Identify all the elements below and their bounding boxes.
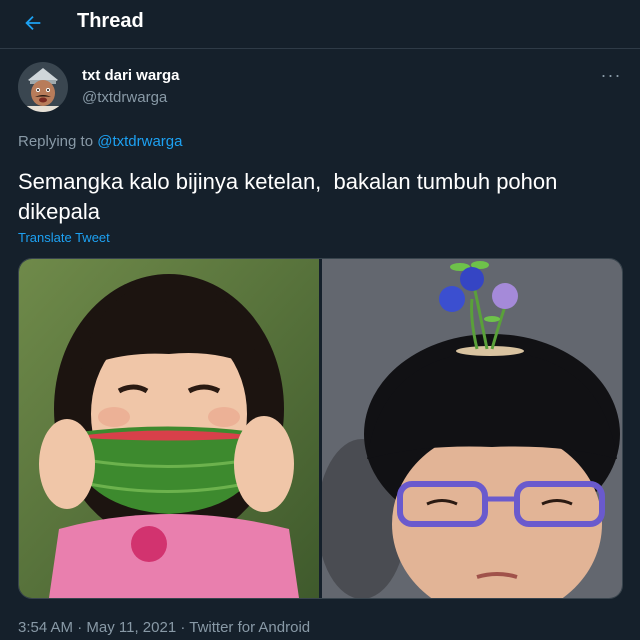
page-title: Thread [77,10,144,32]
more-horizontal-icon: ··· [600,64,622,85]
separator: · [73,619,87,636]
thread-page: Thread txt dari warga @txtdrwarga ··· Re… [0,0,640,640]
replying-to: Replying to @txtdrwarga [18,133,182,150]
tweet-media [18,258,623,599]
translate-tweet-link[interactable]: Translate Tweet [18,230,110,245]
more-options-button[interactable]: ··· [598,64,624,86]
reply-mention-link[interactable]: @txtdrwarga [97,133,182,150]
replying-prefix: Replying to [18,133,98,150]
tweet-date[interactable]: May 11, 2021 [86,619,176,636]
tweet-timestamp: 3:54 AM · May 11, 2021 · Twitter for And… [18,619,310,636]
photo-boy-plant-head[interactable] [321,259,622,598]
photo-girl-watermelon[interactable] [19,259,320,598]
arrow-left-icon [25,15,41,31]
tweet-source[interactable]: Twitter for Android [189,619,310,636]
author-name[interactable]: txt dari warga [82,67,180,84]
back-button[interactable] [18,8,48,38]
author-handle[interactable]: @txtdrwarga [82,89,167,106]
tweet-time[interactable]: 3:54 AM [18,619,73,636]
avatar[interactable] [18,62,68,112]
tweet-text: Semangka kalo bijinya ketelan, bakalan t… [18,169,564,224]
separator: · [176,619,190,636]
thread-header: Thread [0,0,640,49]
